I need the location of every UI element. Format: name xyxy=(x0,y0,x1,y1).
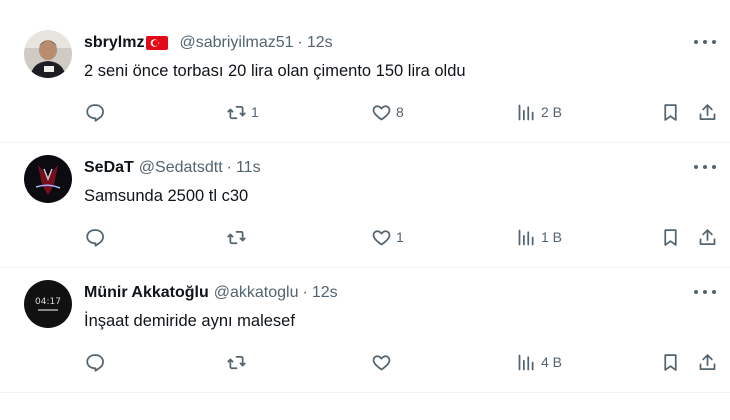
share-icon xyxy=(699,103,716,120)
view-count: 2 B xyxy=(541,104,563,120)
timestamp[interactable]: 12s xyxy=(307,34,333,52)
separator-dot: · xyxy=(302,284,308,301)
retweet-icon xyxy=(227,230,246,244)
user-handle[interactable]: @Sedatsdtt xyxy=(139,159,223,177)
separator-dot: · xyxy=(226,159,232,176)
tweet-header: SeDaT @Sedatsdtt · 11s xyxy=(84,157,261,179)
turkey-flag-emoji xyxy=(146,36,169,50)
share-icon xyxy=(699,353,716,370)
views-button[interactable]: 4 B xyxy=(516,350,562,374)
tweet[interactable]: SeDaT @Sedatsdtt · 11s Samsunda 2500 tl … xyxy=(0,143,730,268)
view-count: 4 B xyxy=(541,354,563,370)
views-button[interactable]: 1 B xyxy=(516,225,562,249)
tweet-text: İnşaat demiride aynı malesef xyxy=(84,312,295,330)
display-name[interactable]: sbrylmz xyxy=(84,34,144,52)
tweet[interactable]: 04:17 Münir Akkatoğlu @akkatoglu · 12s İ… xyxy=(0,268,730,393)
retweet-button[interactable] xyxy=(226,350,251,374)
reply-button[interactable] xyxy=(84,225,105,249)
views-chart-icon xyxy=(518,354,534,370)
tweet[interactable]: sbrylmz @sabriyilmaz51 · 12s 2 seni önce… xyxy=(0,18,730,143)
reply-button[interactable] xyxy=(84,100,105,124)
share-button[interactable] xyxy=(697,225,718,249)
bookmark-icon xyxy=(664,353,677,371)
bookmark-button[interactable] xyxy=(660,350,681,374)
like-button[interactable]: 1 xyxy=(371,225,404,249)
share-button[interactable] xyxy=(697,350,718,374)
views-button[interactable]: 2 B xyxy=(516,100,562,124)
retweet-icon xyxy=(227,355,246,369)
bookmark-button[interactable] xyxy=(660,100,681,124)
bookmark-button[interactable] xyxy=(660,225,681,249)
tweet-actions: 1 8 2 B xyxy=(0,100,730,124)
bookmark-icon xyxy=(664,228,677,246)
avatar[interactable] xyxy=(24,155,72,203)
user-handle[interactable]: @sabriyilmaz51 xyxy=(179,34,293,52)
like-button[interactable] xyxy=(371,350,396,374)
reply-feed: sbrylmz @sabriyilmaz51 · 12s 2 seni önce… xyxy=(0,0,730,420)
tweet-text: Samsunda 2500 tl c30 xyxy=(84,187,249,205)
more-dots-icon[interactable] xyxy=(694,282,716,302)
tweet-text: 2 seni önce torbası 20 lira olan çimento… xyxy=(84,62,466,80)
reply-button[interactable] xyxy=(84,350,105,374)
like-count: 8 xyxy=(396,104,404,120)
like-count: 1 xyxy=(396,229,404,245)
tweet-header: sbrylmz @sabriyilmaz51 · 12s xyxy=(84,32,333,54)
display-name[interactable]: SeDaT xyxy=(84,159,134,177)
retweet-button[interactable] xyxy=(226,225,251,249)
avatar[interactable]: 04:17 xyxy=(24,280,72,328)
share-icon xyxy=(699,228,716,245)
timestamp[interactable]: 12s xyxy=(312,284,338,302)
separator-dot: · xyxy=(297,34,303,51)
bookmark-icon xyxy=(664,103,677,121)
reply-icon xyxy=(86,103,104,122)
tweet-actions: 1 1 B xyxy=(0,225,730,249)
heart-icon xyxy=(372,354,391,370)
reply-icon xyxy=(86,353,104,372)
views-chart-icon xyxy=(518,229,534,245)
heart-icon xyxy=(372,229,391,245)
reply-icon xyxy=(86,228,104,247)
heart-icon xyxy=(372,104,391,120)
display-name[interactable]: Münir Akkatoğlu xyxy=(84,284,209,302)
avatar[interactable] xyxy=(24,30,72,78)
tweet-header: Münir Akkatoğlu @akkatoglu · 12s xyxy=(84,282,338,304)
views-chart-icon xyxy=(518,104,534,120)
retweet-icon xyxy=(227,105,246,119)
retweet-count: 1 xyxy=(251,104,259,120)
view-count: 1 B xyxy=(541,229,563,245)
retweet-button[interactable]: 1 xyxy=(226,100,259,124)
share-button[interactable] xyxy=(697,100,718,124)
more-dots-icon[interactable] xyxy=(694,32,716,52)
timestamp[interactable]: 11s xyxy=(236,159,261,177)
like-button[interactable]: 8 xyxy=(371,100,404,124)
more-dots-icon[interactable] xyxy=(694,157,716,177)
avatar-clock-text: 04:17 xyxy=(35,297,61,307)
user-handle[interactable]: @akkatoglu xyxy=(214,284,299,302)
tweet-actions: 4 B xyxy=(0,350,730,374)
